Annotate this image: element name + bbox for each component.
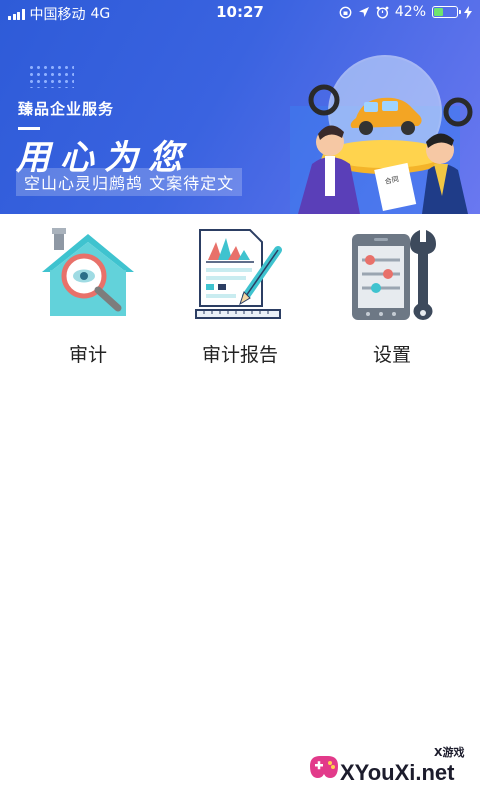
menu-label-audit-report: 审计报告 — [201, 344, 278, 366]
dot-pattern-decoration — [28, 64, 74, 88]
phone-wrench-icon — [352, 230, 436, 320]
business-people-car-illustration: 合同 — [290, 55, 473, 214]
menu-item-settings[interactable]: 设置 — [327, 226, 457, 376]
watermark-tag: X游戏 — [434, 746, 465, 759]
battery-icon — [432, 6, 461, 18]
site-watermark: X游戏 XYouXi.net — [306, 736, 476, 796]
battery-level — [434, 8, 444, 16]
menu-label-audit: 审计 — [68, 344, 107, 366]
hero-banner[interactable]: 臻品企业服务 用心为您 空山心灵归鹧鸪 文案待定文 合同 — [0, 0, 480, 214]
location-icon — [358, 7, 369, 17]
house-magnifier-icon — [42, 228, 134, 316]
function-menu: 审计 审计报告 设置 — [0, 226, 480, 376]
menu-item-audit[interactable]: 审计 — [23, 226, 153, 376]
menu-label-settings: 设置 — [372, 344, 411, 366]
gamepad-logo-icon — [310, 756, 338, 778]
report-pencil-icon — [195, 229, 282, 319]
rotation-lock-icon — [339, 6, 352, 18]
battery-percent: 42% — [394, 4, 426, 20]
banner-subtitle: 臻品企业服务 — [18, 100, 115, 118]
status-right: 42% — [339, 4, 472, 20]
menu-item-audit-report[interactable]: 审计报告 — [175, 226, 305, 376]
charging-icon — [464, 5, 472, 19]
watermark-site: XYouXi.net — [340, 760, 455, 785]
alarm-icon — [376, 6, 389, 19]
status-bar: 中国移动 4G 10:27 42% — [0, 0, 480, 24]
banner-tagline: 空山心灵归鹧鸪 文案待定文 — [16, 168, 243, 196]
